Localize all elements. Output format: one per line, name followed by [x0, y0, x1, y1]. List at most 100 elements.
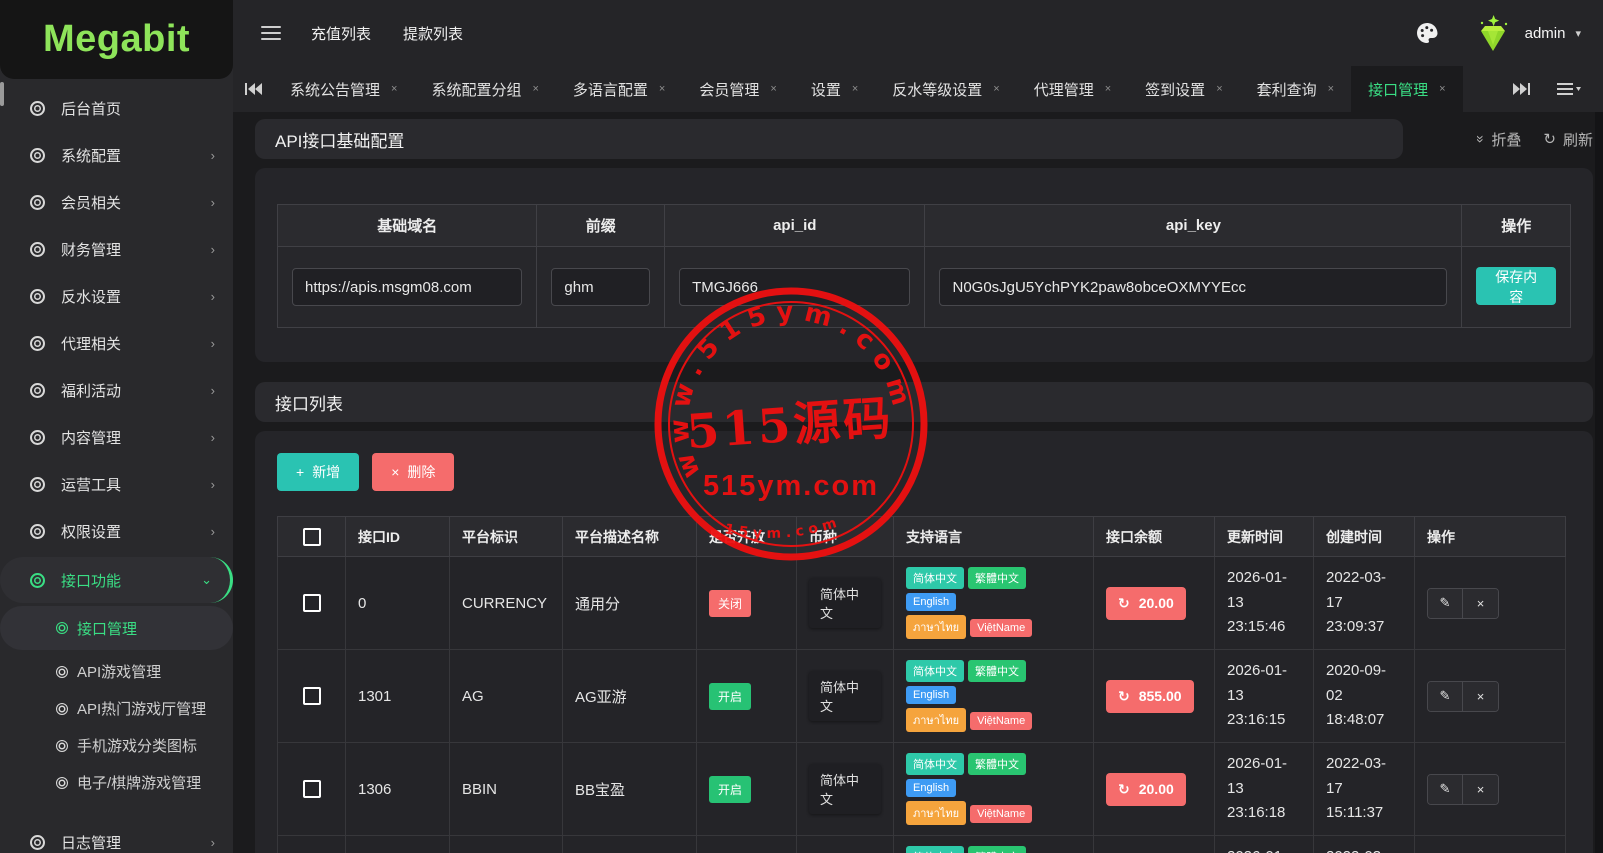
- close-icon: ×: [1477, 596, 1485, 611]
- tab-settings[interactable]: 设置×: [794, 66, 875, 112]
- close-icon[interactable]: ×: [532, 83, 538, 95]
- chevron-right-icon: ›: [211, 477, 215, 492]
- tabs-scroll-end-icon[interactable]: [1501, 83, 1541, 95]
- select-all-checkbox[interactable]: [303, 528, 321, 546]
- close-icon[interactable]: ×: [659, 83, 665, 95]
- chevron-right-icon: ›: [211, 524, 215, 539]
- brand-logo[interactable]: Megabit: [0, 0, 233, 79]
- close-icon[interactable]: ×: [1105, 83, 1111, 95]
- tab-agent-management[interactable]: 代理管理×: [1017, 66, 1128, 112]
- sidebar-item-permissions[interactable]: 权限设置 ›: [0, 508, 233, 555]
- sidebar-item-content[interactable]: 内容管理 ›: [0, 414, 233, 461]
- sidebar-subitem-slot-card-games[interactable]: 电子/棋牌游戏管理: [0, 764, 233, 801]
- column-header: 支持语言: [894, 517, 1094, 557]
- user-menu[interactable]: admin: [1525, 25, 1566, 42]
- sidebar-scrollbar[interactable]: [0, 82, 4, 106]
- sidebar-subitem-api-management[interactable]: 接口管理: [0, 606, 233, 650]
- tab-checkin-settings[interactable]: 签到设置×: [1128, 66, 1239, 112]
- tab-bar: 系统公告管理× 系统配置分组× 多语言配置× 会员管理× 设置× 反水等级设置×…: [233, 66, 1603, 112]
- sidebar-item-logs[interactable]: 日志管理 ›: [0, 819, 233, 853]
- lang-badge: 简体中文: [906, 846, 964, 853]
- sidebar-item-operation-tools[interactable]: 运营工具 ›: [0, 461, 233, 508]
- sidebar-item-agent[interactable]: 代理相关 ›: [0, 320, 233, 367]
- base-domain-input[interactable]: [292, 268, 522, 306]
- double-chevron-down-icon: »: [1472, 135, 1488, 143]
- chevron-right-icon: ›: [211, 430, 215, 445]
- hamburger-menu-icon[interactable]: [261, 22, 281, 44]
- sidebar-item-api-functions[interactable]: 接口功能 ⌄: [0, 557, 233, 603]
- tab-rebate-levels[interactable]: 反水等级设置×: [875, 66, 1016, 112]
- gem-avatar-icon[interactable]: [1471, 13, 1515, 53]
- top-header: 充值列表 提款列表 admin ▾: [233, 0, 1603, 66]
- collapse-button[interactable]: »折叠: [1477, 129, 1522, 150]
- tab-arbitrage-query[interactable]: 套利查询×: [1240, 66, 1351, 112]
- sidebar-item-finance[interactable]: 财务管理 ›: [0, 226, 233, 273]
- sidebar-subitem-label: 接口管理: [77, 618, 137, 639]
- sidebar-subitem-api-games[interactable]: API游戏管理: [0, 653, 233, 690]
- sidebar-item-rebate[interactable]: 反水设置 ›: [0, 273, 233, 320]
- edit-icon: ✎: [1440, 595, 1451, 610]
- lang-badge: 繁體中文: [968, 846, 1026, 853]
- edit-button[interactable]: ✎: [1428, 775, 1463, 804]
- column-header: api_key: [925, 205, 1462, 247]
- close-icon: ×: [391, 464, 399, 480]
- status-badge: 开启: [709, 683, 751, 710]
- close-icon[interactable]: ×: [770, 83, 776, 95]
- sidebar-subitem-api-hot-halls[interactable]: API热门游戏厅管理: [0, 690, 233, 727]
- nav-recharge-list[interactable]: 充值列表: [311, 23, 371, 44]
- tab-multilanguage[interactable]: 多语言配置×: [556, 66, 682, 112]
- balance-refresh-button[interactable]: ↻855.00: [1106, 680, 1194, 713]
- refresh-icon: ↻: [1118, 595, 1130, 612]
- close-icon[interactable]: ×: [852, 83, 858, 95]
- tab-system-announcement[interactable]: 系统公告管理×: [273, 66, 414, 112]
- tabs-scroll-start-icon[interactable]: [233, 83, 273, 95]
- close-icon[interactable]: ×: [1439, 83, 1445, 95]
- sidebar-item-label: 接口功能: [61, 570, 201, 591]
- sidebar-item-label: 代理相关: [61, 333, 211, 354]
- remove-button[interactable]: ×: [1463, 682, 1498, 711]
- sidebar-item-dashboard[interactable]: 后台首页: [0, 85, 233, 132]
- table-row: 1306 BBIN BB宝盈 开启 简体中文 简体中文繁體中文English ภ…: [278, 743, 1566, 836]
- sidebar-subitem-mobile-game-icons[interactable]: 手机游戏分类图标: [0, 727, 233, 764]
- close-icon[interactable]: ×: [391, 83, 397, 95]
- circle-icon: [30, 336, 45, 351]
- edit-button[interactable]: ✎: [1428, 589, 1463, 618]
- edit-button[interactable]: ✎: [1428, 682, 1463, 711]
- refresh-button[interactable]: ↻刷新: [1543, 129, 1593, 150]
- prefix-input[interactable]: [551, 268, 650, 306]
- api-key-input[interactable]: [939, 268, 1447, 306]
- close-icon[interactable]: ×: [1216, 83, 1222, 95]
- nav-withdraw-list[interactable]: 提款列表: [403, 23, 463, 44]
- tab-member-management[interactable]: 会员管理×: [682, 66, 793, 112]
- tab-config-groups[interactable]: 系统配置分组×: [414, 66, 555, 112]
- close-icon[interactable]: ×: [1328, 83, 1334, 95]
- remove-button[interactable]: ×: [1463, 589, 1498, 618]
- delete-button[interactable]: ×删除: [372, 453, 454, 491]
- caret-down-icon: ▾: [1575, 27, 1581, 40]
- sidebar-item-welfare[interactable]: 福利活动 ›: [0, 367, 233, 414]
- balance-refresh-button[interactable]: ↻20.00: [1106, 587, 1186, 620]
- balance-refresh-button[interactable]: ↻20.00: [1106, 773, 1186, 806]
- chevron-right-icon: ›: [211, 289, 215, 304]
- page-scrollbar-track[interactable]: [1595, 112, 1603, 853]
- sidebar-item-members[interactable]: 会员相关 ›: [0, 179, 233, 226]
- sidebar-item-system-config[interactable]: 系统配置 ›: [0, 132, 233, 179]
- row-checkbox[interactable]: [303, 594, 321, 612]
- currency-chip: 简体中文: [809, 764, 881, 814]
- tabs-list-menu-icon[interactable]: [1549, 83, 1589, 95]
- remove-button[interactable]: ×: [1463, 775, 1498, 804]
- add-button[interactable]: +新增: [277, 453, 359, 491]
- sidebar-menu: 后台首页 系统配置 › 会员相关 › 财务管理 › 反水设置 › 代理相关 ›: [0, 79, 233, 853]
- row-checkbox[interactable]: [303, 780, 321, 798]
- api-id-input[interactable]: [679, 268, 910, 306]
- save-button[interactable]: 保存内容: [1476, 267, 1556, 305]
- sidebar-item-label: 福利活动: [61, 380, 211, 401]
- chevron-right-icon: ›: [211, 383, 215, 398]
- tab-api-management[interactable]: 接口管理×: [1351, 66, 1462, 112]
- theme-palette-icon[interactable]: [1415, 21, 1439, 45]
- lang-badge: ภาษาไทย: [906, 708, 966, 732]
- circle-icon: [30, 383, 45, 398]
- close-icon[interactable]: ×: [993, 83, 999, 95]
- row-checkbox[interactable]: [303, 687, 321, 705]
- lang-badge: ภาษาไทย: [906, 615, 966, 639]
